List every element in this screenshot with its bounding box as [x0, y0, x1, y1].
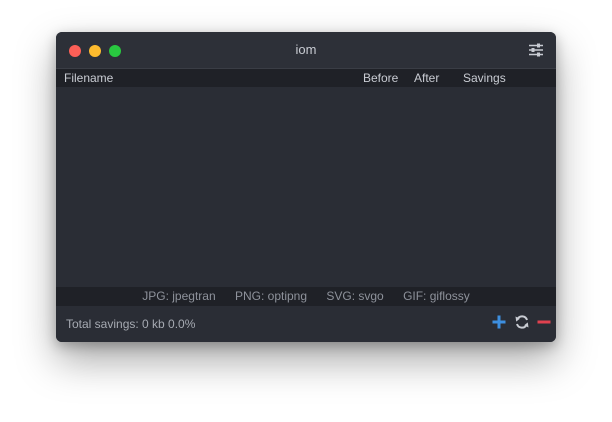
app-window: iom Filename Before After Savings JPG: j… [56, 32, 556, 342]
clear-list-button[interactable] [536, 314, 552, 330]
svg-tool-label: SVG: svgo [326, 289, 384, 303]
plus-icon [492, 315, 506, 329]
add-files-button[interactable] [491, 314, 507, 330]
reoptimize-button[interactable] [514, 314, 530, 330]
footer-bar: Total savings: 0 kb 0.0% [56, 306, 556, 342]
png-tool-label: PNG: optipng [234, 289, 308, 303]
column-header-after[interactable]: After [414, 71, 439, 85]
table-header: Filename Before After Savings [56, 69, 556, 87]
column-header-before[interactable]: Before [363, 71, 398, 85]
settings-button[interactable] [528, 43, 544, 57]
file-list-drop-area[interactable] [56, 87, 556, 287]
refresh-icon [515, 315, 529, 329]
total-savings-text: Total savings: 0 kb 0.0% [66, 317, 196, 331]
title-bar[interactable]: iom [56, 32, 556, 69]
jpg-tool-label: JPG: jpegtran [142, 289, 216, 303]
window-title: iom [295, 42, 317, 57]
column-header-savings[interactable]: Savings [463, 71, 506, 85]
minus-icon [537, 320, 551, 324]
optimizer-tools-bar: JPG: jpegtran PNG: optipng SVG: svgo GIF… [56, 287, 556, 306]
gif-tool-label: GIF: giflossy [403, 289, 470, 303]
sliders-icon [529, 43, 543, 57]
column-header-filename[interactable]: Filename [64, 71, 113, 85]
